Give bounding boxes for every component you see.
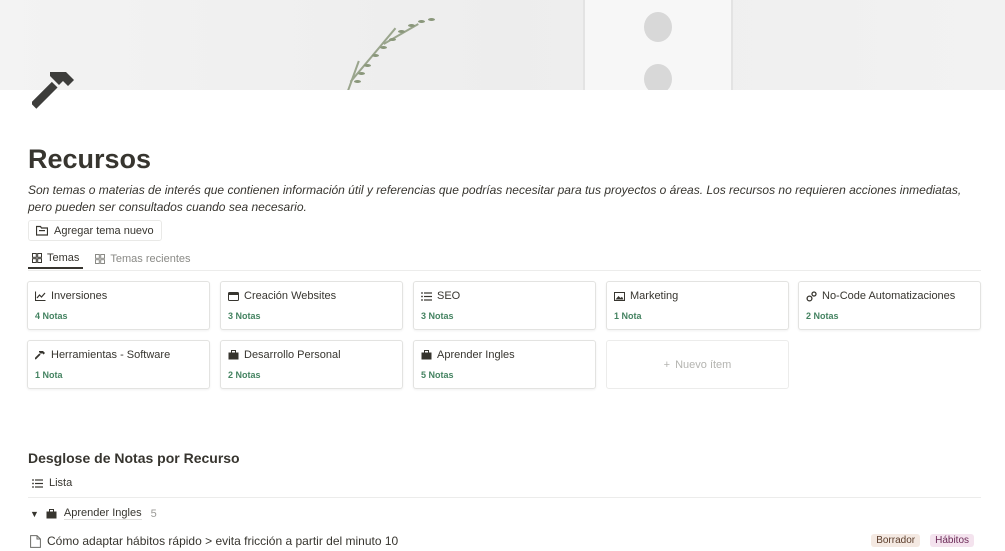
tab-temas[interactable]: Temas bbox=[28, 249, 84, 269]
card-creacion-websites[interactable]: Creación Websites 3 Notas bbox=[220, 281, 403, 330]
card-title: Herramientas - Software bbox=[51, 349, 171, 361]
gallery-icon bbox=[32, 253, 42, 263]
tab-label: Temas recientes bbox=[110, 253, 191, 265]
folder-icon bbox=[36, 225, 48, 236]
divider bbox=[28, 497, 981, 498]
card-count: 3 Notas bbox=[228, 311, 261, 321]
card-count: 2 Notas bbox=[228, 370, 261, 380]
card-count: 4 Notas bbox=[35, 311, 68, 321]
list-item[interactable]: Cómo adaptar hábitos rápido > evita fric… bbox=[30, 532, 980, 550]
new-item-label: Nuevo ítem bbox=[675, 358, 732, 371]
plus-icon: + bbox=[663, 358, 671, 371]
page-icon bbox=[30, 534, 41, 548]
status-badge: Borrador bbox=[871, 534, 921, 547]
divider bbox=[28, 270, 981, 271]
card-title: Desarrollo Personal bbox=[244, 349, 341, 361]
tag-badge: Hábitos bbox=[930, 534, 974, 547]
chart-line-icon bbox=[35, 291, 46, 301]
list-icon bbox=[421, 291, 432, 301]
hammer-icon[interactable] bbox=[32, 66, 82, 112]
page-description: Son temas o materias de interés que cont… bbox=[28, 183, 962, 214]
add-topic-button[interactable]: Agregar tema nuevo bbox=[28, 220, 162, 241]
card-inversiones[interactable]: Inversiones 4 Notas bbox=[27, 281, 210, 330]
add-topic-label: Agregar tema nuevo bbox=[54, 224, 154, 237]
card-desarrollo-personal[interactable]: Desarrollo Personal 2 Notas bbox=[220, 340, 403, 389]
card-count: 5 Notas bbox=[421, 370, 454, 380]
briefcase-icon bbox=[46, 508, 57, 519]
briefcase-icon bbox=[421, 350, 432, 360]
cover-image bbox=[0, 0, 1005, 90]
card-title: Marketing bbox=[630, 290, 679, 302]
tab-lista[interactable]: Lista bbox=[32, 477, 72, 489]
hammer-icon bbox=[35, 350, 46, 361]
image-icon bbox=[614, 291, 625, 301]
gears-icon bbox=[806, 290, 817, 302]
card-aprender-ingles[interactable]: Aprender Ingles 5 Notas bbox=[413, 340, 596, 389]
tab-label: Temas bbox=[47, 252, 80, 264]
page-title: Recursos bbox=[28, 144, 152, 174]
section-title: Desglose de Notas por Recurso bbox=[28, 450, 240, 466]
card-title: Creación Websites bbox=[244, 290, 337, 302]
card-seo[interactable]: SEO 3 Notas bbox=[413, 281, 596, 330]
card-title: Inversiones bbox=[51, 290, 108, 302]
group-count: 5 bbox=[150, 507, 157, 520]
triangle-down-icon[interactable]: ▼ bbox=[30, 509, 39, 519]
new-item-button[interactable]: + Nuevo ítem bbox=[606, 340, 789, 389]
list-icon bbox=[32, 478, 43, 488]
group-name[interactable]: Aprender Ingles bbox=[63, 507, 142, 520]
tab-temas-recientes[interactable]: Temas recientes bbox=[91, 249, 194, 269]
card-count: 3 Notas bbox=[421, 311, 454, 321]
card-count: 2 Notas bbox=[806, 311, 839, 321]
group-header[interactable]: ▼ Aprender Ingles 5 bbox=[30, 507, 157, 520]
note-title: Cómo adaptar hábitos rápido > evita fric… bbox=[47, 534, 399, 548]
card-title: Aprender Ingles bbox=[437, 349, 515, 361]
briefcase-icon bbox=[228, 350, 239, 360]
view-label: Lista bbox=[49, 477, 73, 489]
card-no-code-automatizaciones[interactable]: No-Code Automatizaciones 2 Notas bbox=[798, 281, 981, 330]
card-count: 1 Nota bbox=[614, 311, 642, 321]
card-count: 1 Nota bbox=[35, 370, 63, 380]
gallery-icon bbox=[95, 254, 106, 264]
card-marketing[interactable]: Marketing 1 Nota bbox=[606, 281, 789, 330]
card-herramientas-software[interactable]: Herramientas - Software 1 Nota bbox=[27, 340, 210, 389]
view-tabs: Temas Temas recientes bbox=[28, 249, 981, 270]
card-title: No-Code Automatizaciones bbox=[822, 290, 956, 302]
card-title: SEO bbox=[437, 290, 461, 302]
browser-window-icon bbox=[228, 291, 239, 301]
